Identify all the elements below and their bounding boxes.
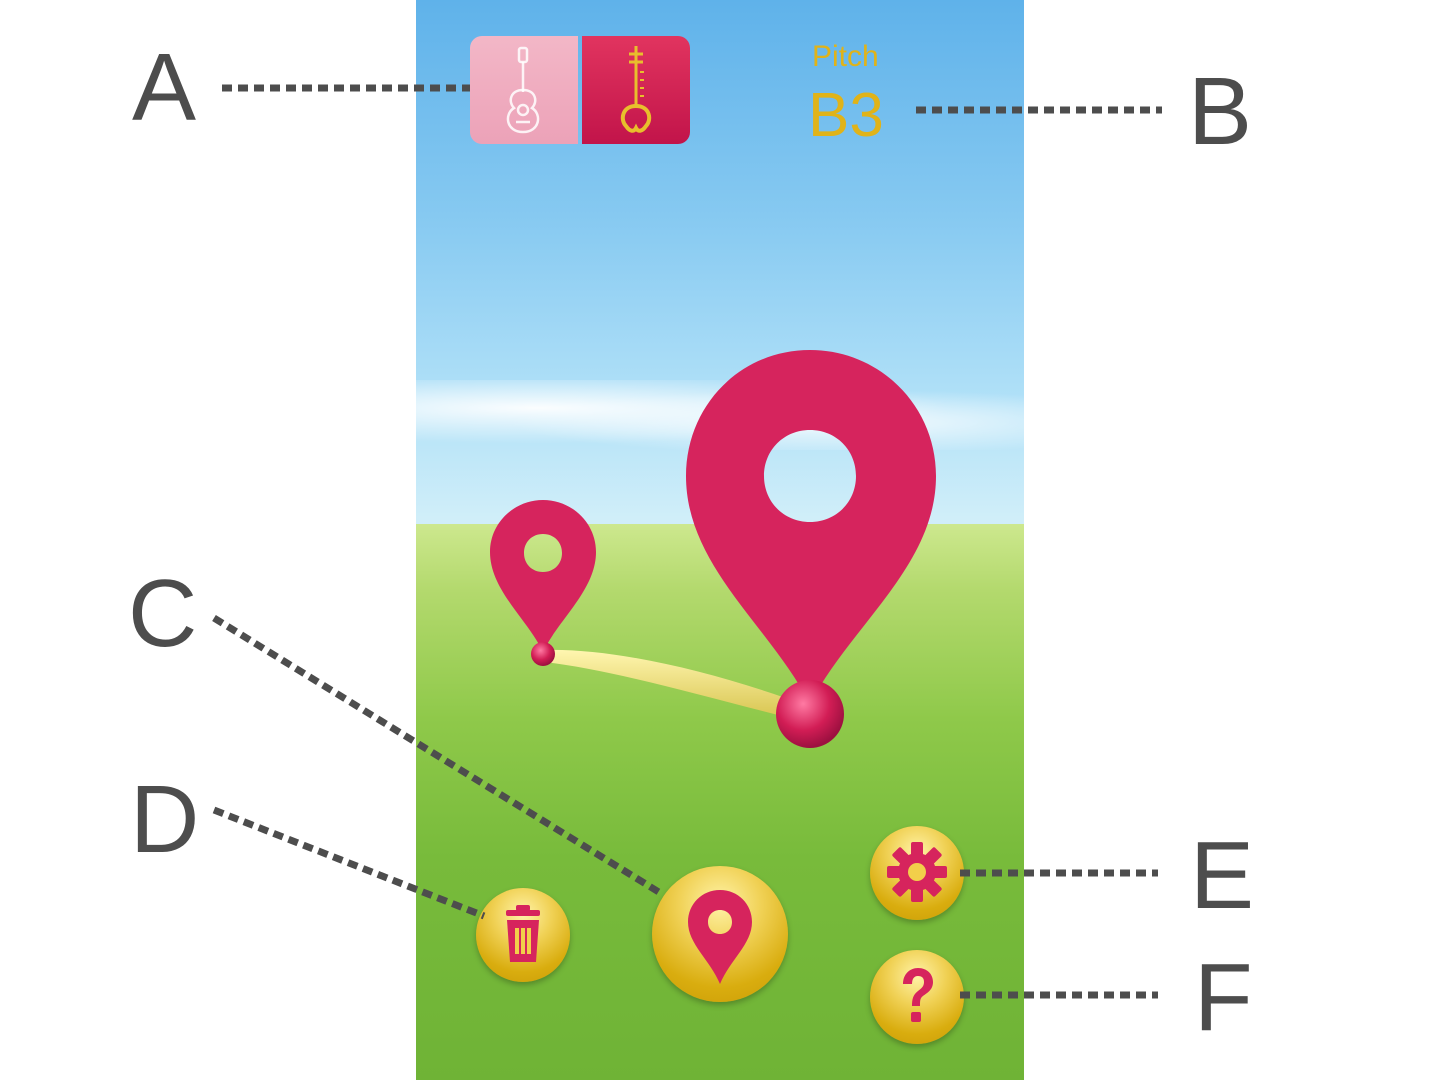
leader-line-d <box>212 806 486 920</box>
callout-leader-lines <box>212 84 1162 999</box>
leader-line-c <box>212 615 664 897</box>
